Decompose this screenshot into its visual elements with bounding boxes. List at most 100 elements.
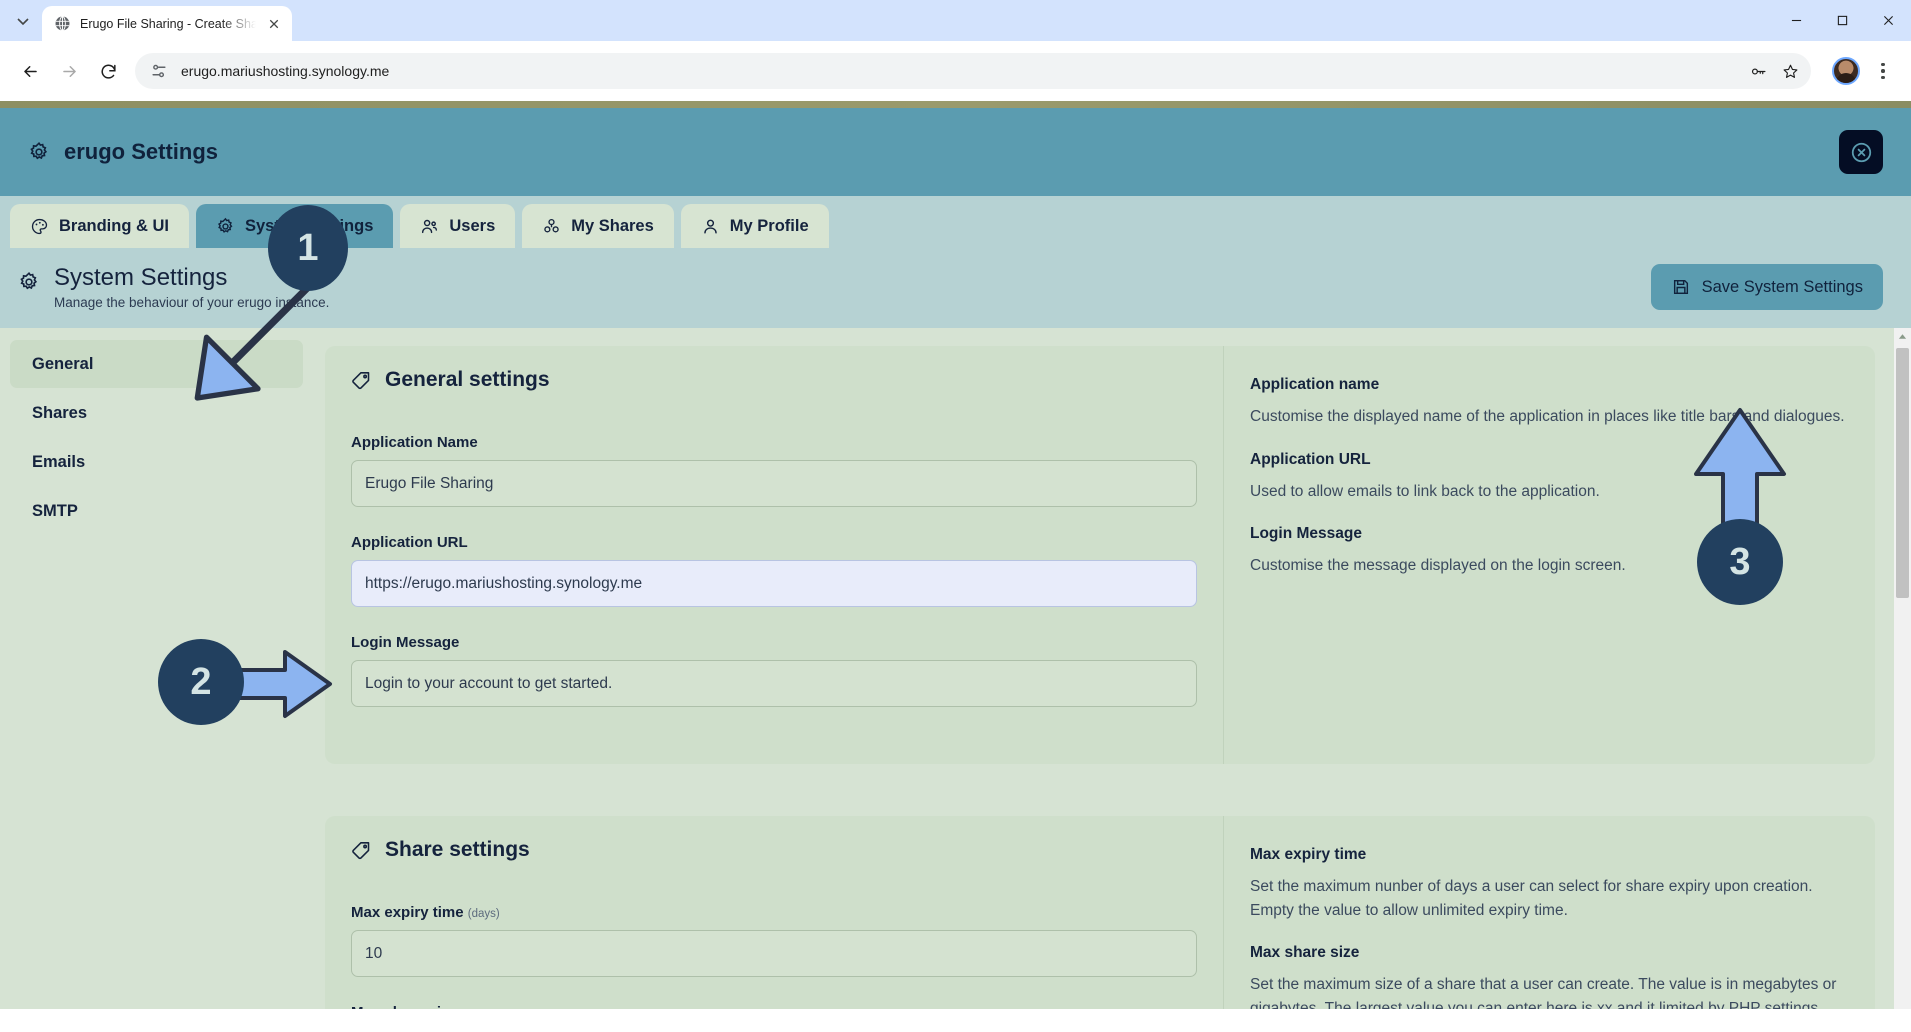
help-text: Set the maximum size of a share that a u…	[1250, 976, 1837, 1009]
help-text: Set the maximum nunber of days a user ca…	[1250, 878, 1813, 919]
help-text: Customise the displayed name of the appl…	[1250, 408, 1845, 425]
settings-content: General settings Application Name Applic…	[325, 328, 1911, 1009]
section-title: Share settings	[385, 838, 530, 861]
sidebar-item-smtp[interactable]: SMTP	[10, 487, 303, 535]
tab-close-icon[interactable]	[265, 15, 283, 33]
window-minimize-button[interactable]	[1773, 0, 1819, 41]
gear-icon	[20, 271, 38, 290]
tab-label: Users	[449, 216, 496, 235]
sidebar-item-label: SMTP	[32, 501, 78, 520]
application-url-field: Application URL	[351, 534, 1197, 607]
reload-button[interactable]	[90, 53, 126, 89]
page-title: System Settings	[54, 264, 228, 291]
tab-users[interactable]: Users	[400, 204, 516, 248]
sidebar-item-label: General	[32, 354, 94, 373]
tab-my-shares[interactable]: My Shares	[522, 204, 674, 248]
profile-avatar[interactable]	[1832, 57, 1860, 85]
gear-icon	[217, 217, 233, 233]
forward-button[interactable]	[51, 53, 87, 89]
share-settings-title: Share settings	[351, 838, 1197, 862]
login-message-field: Login Message	[351, 634, 1197, 707]
help-text-with-link: Set the maximum size of a share that a u…	[1250, 973, 1849, 1009]
page-subtitle: Manage the behaviour of your erugo insta…	[54, 294, 330, 310]
save-button-label: Save System Settings	[1701, 277, 1863, 296]
browser-tab-strip: Erugo File Sharing - Create Sha	[0, 0, 1911, 41]
help-heading: Application URL	[1250, 450, 1371, 468]
general-settings-card: General settings Application Name Applic…	[325, 346, 1875, 764]
top-accent-strip	[0, 101, 1911, 108]
application-name-label: Application Name	[351, 434, 478, 451]
gear-icon	[30, 141, 48, 160]
browser-tab-title: Erugo File Sharing - Create Sha	[80, 16, 256, 31]
content-scrollbar[interactable]	[1894, 328, 1911, 1009]
app-close-button[interactable]	[1839, 130, 1883, 174]
help-heading: Max expiry time	[1250, 846, 1367, 863]
sidebar-item-emails[interactable]: Emails	[10, 438, 303, 486]
page-body: General Shares Emails SMTP General setti…	[0, 328, 1911, 1009]
close-circle-icon	[1851, 142, 1871, 162]
tag-icon	[352, 371, 370, 389]
bookmark-star-icon[interactable]	[1775, 56, 1805, 86]
window-close-button[interactable]	[1865, 0, 1911, 41]
scrollbar-thumb[interactable]	[1896, 348, 1909, 598]
label-text: Max expiry time	[351, 904, 464, 921]
browser-tab[interactable]: Erugo File Sharing - Create Sha	[42, 6, 292, 41]
address-bar-url: erugo.mariushosting.synology.me	[181, 63, 390, 79]
label-unit: (days)	[467, 908, 500, 920]
tab-label: Branding & UI	[59, 216, 169, 235]
shares-icon	[544, 218, 559, 232]
section-title: General settings	[385, 368, 550, 391]
login-message-input[interactable]	[351, 660, 1197, 707]
back-button[interactable]	[12, 53, 48, 89]
application-url-label: Application URL	[351, 534, 468, 551]
palette-icon	[31, 218, 48, 234]
page-header: System Settings Manage the behaviour of …	[0, 248, 1911, 328]
tab-branding-ui[interactable]: Branding & UI	[10, 204, 189, 248]
save-system-settings-button[interactable]: Save System Settings	[1650, 264, 1883, 310]
application-name-field: Application Name	[351, 434, 1197, 507]
application-viewport: erugo Settings Branding & UI System Sett…	[0, 101, 1911, 1032]
app-header: erugo Settings	[0, 108, 1911, 196]
tab-label: My Shares	[571, 216, 654, 235]
browser-toolbar: erugo.mariushosting.synology.me	[0, 41, 1911, 101]
tag-icon	[352, 841, 370, 859]
tab-label: System Settings	[245, 216, 374, 235]
general-settings-form: General settings Application Name Applic…	[325, 346, 1224, 764]
site-settings-icon[interactable]	[149, 61, 169, 81]
max-share-size-field: Max share size GB	[351, 1004, 1197, 1009]
scrollbar-up-arrow[interactable]	[1894, 328, 1911, 345]
max-expiry-time-input[interactable]	[351, 930, 1197, 977]
application-name-input[interactable]	[351, 460, 1197, 507]
tab-search-button[interactable]	[4, 4, 42, 38]
max-expiry-time-field: Max expiry time (days)	[351, 904, 1197, 977]
help-heading: Login Message	[1250, 525, 1362, 543]
globe-icon	[55, 16, 70, 31]
sidebar-item-shares[interactable]: Shares	[10, 389, 303, 437]
tab-system-settings[interactable]: System Settings	[196, 204, 394, 248]
help-text: Customise the message displayed on the l…	[1250, 557, 1626, 575]
general-settings-help: Application name Customise the displayed…	[1224, 346, 1875, 764]
chevron-up-icon	[1898, 334, 1907, 339]
users-icon	[422, 219, 438, 233]
browser-menu-icon[interactable]	[1867, 55, 1899, 87]
address-bar-actions	[1743, 56, 1805, 86]
window-maximize-button[interactable]	[1819, 0, 1865, 41]
sidebar-item-general[interactable]: General	[10, 340, 303, 388]
tab-label: My Profile	[729, 216, 809, 235]
app-header-title-group: erugo Settings	[28, 139, 218, 165]
help-heading: Application name	[1250, 376, 1380, 393]
help-text: Used to allow emails to link back to the…	[1250, 482, 1600, 500]
application-url-input[interactable]	[351, 560, 1197, 607]
address-bar[interactable]: erugo.mariushosting.synology.me	[135, 53, 1811, 89]
page-header-text: System Settings Manage the behaviour of …	[18, 264, 329, 310]
tab-my-profile[interactable]: My Profile	[680, 204, 829, 248]
window-controls	[1773, 0, 1911, 41]
user-icon	[704, 219, 717, 234]
sidebar-item-label: Emails	[32, 452, 86, 471]
general-settings-title: General settings	[351, 368, 1197, 392]
share-settings-help: Max expiry time Set the maximum nunber o…	[1224, 816, 1875, 1009]
password-key-icon[interactable]	[1743, 56, 1773, 86]
save-icon	[1673, 279, 1688, 295]
sidebar-item-label: Shares	[32, 403, 88, 422]
share-settings-form: Share settings Max expiry time (days) Ma…	[325, 816, 1224, 1009]
